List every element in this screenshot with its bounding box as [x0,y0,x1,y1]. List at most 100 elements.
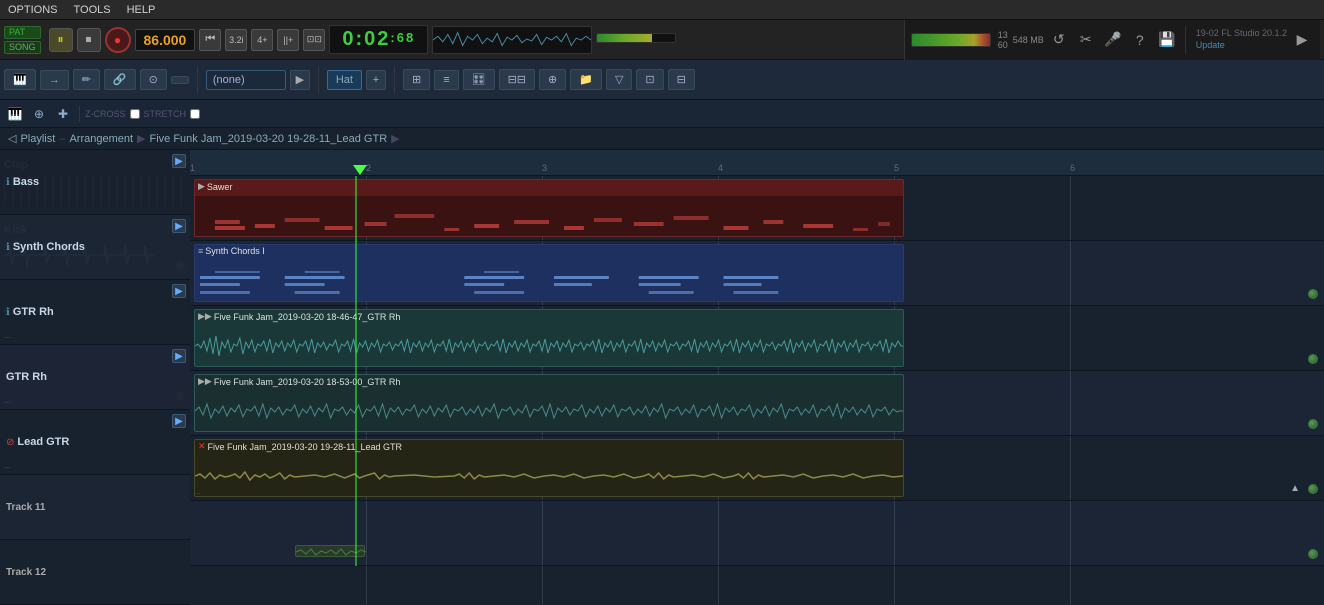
gtr2-knob[interactable] [1308,419,1318,429]
bass-label: Bass [13,176,39,188]
pause-button[interactable]: ⏸ [49,28,73,52]
breadcrumb-file[interactable]: Five Funk Jam_2019-03-20 19-28-11_Lead G… [150,133,388,145]
menu-options[interactable]: OPTIONS [0,2,66,18]
track-lane-11 [190,501,1324,566]
clip-bass-content [195,196,903,236]
tb-piano-btn[interactable]: 🎹 [4,104,26,124]
label-gtr1[interactable]: ℹ GTR Rh ▶ ... [0,280,190,345]
label-gtr2[interactable]: GTR Rh ▶ ... [0,345,190,410]
instrument-play-button[interactable]: ▶ [290,70,310,90]
record-button[interactable]: ● [105,27,131,53]
arrow-button[interactable]: → [40,70,69,90]
punch-button[interactable]: ⊡⊡ [303,29,325,51]
track11-small-clip[interactable] [295,545,365,557]
mixer-btn[interactable]: 🎛 [463,69,495,90]
mute-button[interactable] [171,76,189,84]
filter-btn[interactable]: ▽ [606,69,632,90]
play2-btn[interactable]: ⊡ [636,69,663,90]
song-button[interactable]: SONG [4,41,41,54]
pattern-btn[interactable]: ≡ [434,70,458,90]
pat-button[interactable]: PAT [4,26,41,39]
track-labels-overlay: ℹ Bass ▶ ℹ Synth Chords ▶ ℹ GTR Rh ▶ ...… [0,150,190,605]
clip-lead-content [195,456,903,496]
stretch-checkbox[interactable] [190,109,200,119]
cut-button[interactable]: ✂ [1074,28,1098,52]
lead-knob[interactable] [1308,484,1318,494]
clip-synth[interactable]: ≡ Synth Chords I [194,244,904,302]
label-track12[interactable]: Track 12 [0,540,190,605]
save2-btn[interactable]: ⊟ [668,69,695,90]
breadcrumb-playlist[interactable]: Playlist [20,133,55,145]
gtr1-knob[interactable] [1308,354,1318,364]
label-track11[interactable]: Track 11 [0,475,190,540]
clip-gtr2[interactable]: ▶▶ Five Funk Jam_2019-03-20 18-53-00_GTR… [194,374,904,432]
tb-sep1 [79,106,80,122]
channel-btn[interactable]: ⊞ [403,69,430,90]
plugin-btn[interactable]: ⊕ [539,69,566,90]
track-lane-lead: ✕ Five Funk Jam_2019-03-20 19-28-11_Lead… [190,436,1324,501]
stamp-button[interactable]: ⊙ [140,69,167,90]
piano-roll-button[interactable]: 🎹 [4,69,36,90]
label-bass[interactable]: ℹ Bass ▶ [0,150,190,215]
time-display: 0:02:68 [329,25,428,54]
bass-info-icon: ℹ [6,177,10,188]
instrument-select[interactable]: (none) [206,70,286,90]
playhead[interactable] [353,165,367,175]
track11-knob[interactable] [1308,549,1318,559]
expand-button[interactable]: ▶ [1290,28,1314,52]
synth-add-btn[interactable]: ▶ [172,219,186,233]
clip-bass[interactable]: ▶ Sawer [194,179,904,237]
zcross-checkbox[interactable] [130,109,140,119]
link-button[interactable]: 🔗 [104,69,136,90]
browser-btn[interactable]: 📁 [570,69,602,90]
loop-button[interactable]: 4+ [251,29,273,51]
version-info: 19-02 FL Studio 20.1.2 Update [1196,28,1287,51]
secondary-bar: 🎹 → ✏ 🔗 ⊙ (none) ▶ Hat + ⊞ ≡ 🎛 ⊟⊟ ⊕ 📁 ▽ … [0,60,1324,100]
zcross-label: Z-CROSS STRETCH [85,109,200,119]
stop-button[interactable]: ⏹ [77,28,101,52]
clip-gtr2-content [195,391,903,431]
menu-tools[interactable]: TOOLS [66,2,119,18]
synth-track-knob[interactable] [1308,289,1318,299]
breadcrumb-home-icon: ◁ [8,132,16,145]
ruler: 1 2 3 4 5 6 [190,150,1324,176]
track-lane-synth: ≡ Synth Chords I [190,241,1324,306]
bc-sep1: – [59,133,65,145]
lead-add-btn[interactable]: ▶ [172,414,186,428]
tb-move-btn[interactable]: ⊕ [28,104,50,124]
clip-synth-content [195,261,903,301]
save-button[interactable]: 💾 [1155,28,1179,52]
level-meter [911,33,991,47]
fastforward-button[interactable]: 3.2i [225,29,247,51]
clip-gtr1[interactable]: ▶▶ Five Funk Jam_2019-03-20 18-46-47_GTR… [194,309,904,367]
help-button[interactable]: ? [1128,28,1152,52]
bc-sep3: ▶ [391,132,399,145]
hat-add-button[interactable]: + [366,70,386,90]
top-right-controls: 1360 548 MB ↺ ✂ 🎤 ? 💾 19-02 FL Studio 20… [904,20,1320,60]
rewind-button[interactable]: ⏮ [199,29,221,51]
lead-dots: ... [194,487,201,496]
label-synth[interactable]: ℹ Synth Chords ▶ [0,215,190,280]
lead-label-dots: ... [4,461,11,470]
bpm-display[interactable]: 86.000 [135,29,196,51]
gtr2-add-btn[interactable]: ▶ [172,349,186,363]
master-volume[interactable] [596,33,676,43]
pencil-button[interactable]: ✏ [73,69,100,90]
track-lane-12 [190,566,1324,604]
gtr1-add-btn[interactable]: ▶ [172,284,186,298]
clip-lead[interactable]: ✕ Five Funk Jam_2019-03-20 19-28-11_Lead… [194,439,904,497]
lead-triangle[interactable]: ▲ [1290,483,1300,494]
mic-button[interactable]: 🎤 [1101,28,1125,52]
label-lead[interactable]: ⊘ Lead GTR ▶ ... [0,410,190,475]
breadcrumb-arrangement[interactable]: Arrangement [69,133,133,145]
lead-mute-icon: ⊘ [6,437,14,448]
tb-cross-btn[interactable]: ✚ [52,104,74,124]
mixer2-btn[interactable]: ⊟⊟ [499,69,535,90]
bass-add-btn[interactable]: ▶ [172,154,186,168]
menu-help[interactable]: HELP [119,2,164,18]
transport-bar: PAT SONG ⏸ ⏹ ● 86.000 ⏮ 3.2i 4+ ||+ ⊡⊡ 0… [0,20,1324,60]
refresh-button[interactable]: ↺ [1047,28,1071,52]
update-link[interactable]: Update [1196,40,1287,52]
metro-button[interactable]: ||+ [277,29,299,51]
tracks-area: ▶ Sawer [190,176,1324,604]
